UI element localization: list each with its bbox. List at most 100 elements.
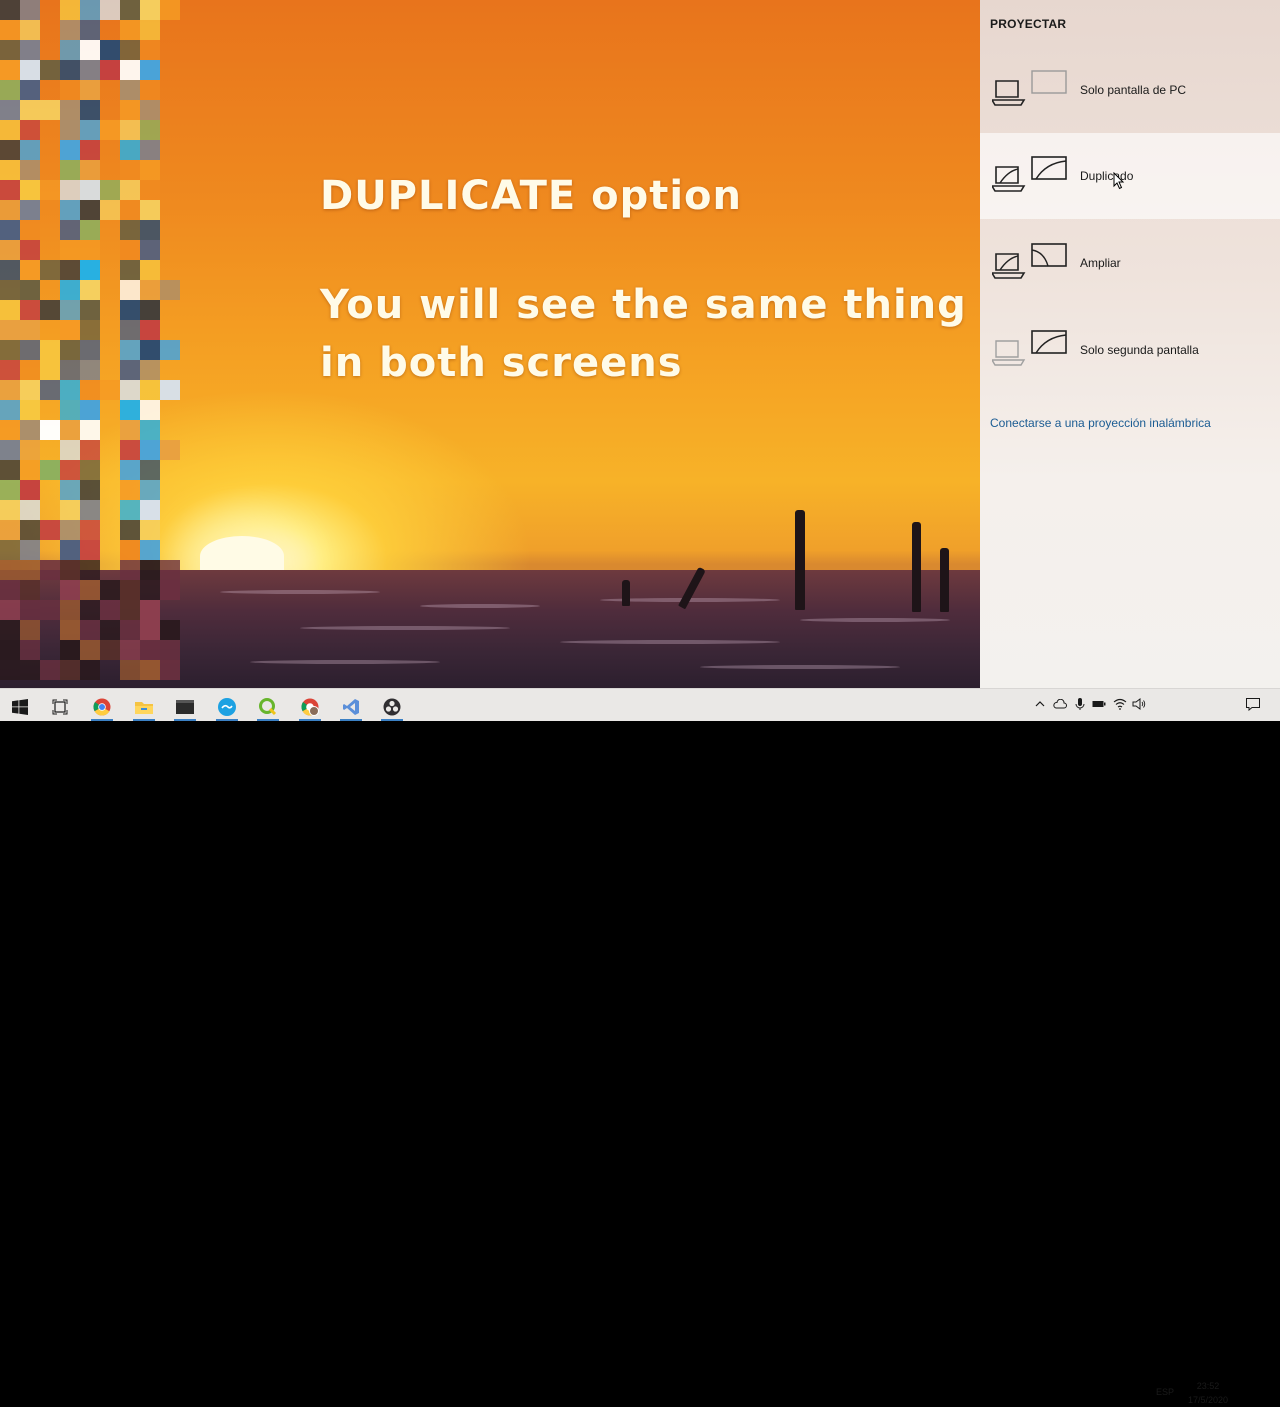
mosaic-tile	[140, 480, 160, 500]
mosaic-tile	[80, 300, 100, 320]
mosaic-tile	[20, 40, 40, 60]
mosaic-tile	[20, 60, 40, 80]
project-panel: PROYECTAR Solo pantalla de PC Duplicado	[980, 0, 1280, 688]
mosaic-tile	[120, 200, 140, 220]
mosaic-tile	[80, 380, 100, 400]
mosaic-tile	[80, 500, 100, 520]
mosaic-tile	[160, 440, 180, 460]
mosaic-tile	[160, 340, 180, 360]
extend-icon	[992, 243, 1067, 279]
mosaic-tile	[60, 80, 80, 100]
mosaic-tile	[0, 500, 20, 520]
mosaic-tile	[120, 500, 140, 520]
mosaic-tile	[20, 500, 40, 520]
mosaic-tile	[80, 140, 100, 160]
mosaic-tile	[120, 180, 140, 200]
mosaic-tile	[120, 520, 140, 540]
microphone-button[interactable]	[1072, 696, 1088, 712]
mosaic-tile	[140, 200, 160, 220]
task-view-icon	[52, 699, 68, 715]
show-hidden-icons-button[interactable]	[1032, 696, 1048, 712]
start-button[interactable]	[3, 693, 37, 721]
mosaic-tile	[100, 580, 120, 600]
mosaic-tile	[140, 620, 160, 640]
option-duplicate[interactable]: Duplicado	[980, 133, 1280, 219]
windows-start-icon	[12, 699, 28, 715]
mosaic-tile	[0, 400, 20, 420]
mosaic-tile	[80, 20, 100, 40]
clock[interactable]: 23:52 17/5/2020	[1180, 1379, 1236, 1407]
option-extend[interactable]: Ampliar	[980, 220, 1280, 306]
mosaic-tile	[60, 200, 80, 220]
mosaic-tile	[140, 360, 160, 380]
mosaic-tile	[140, 340, 160, 360]
mosaic-tile	[100, 180, 120, 200]
mosaic-tile	[140, 520, 160, 540]
battery-button[interactable]	[1091, 696, 1107, 712]
mouse-cursor-icon	[1113, 172, 1125, 190]
mosaic-tile	[80, 180, 100, 200]
mosaic-tile	[60, 500, 80, 520]
mosaic-tile	[60, 600, 80, 620]
mosaic-tile	[140, 560, 160, 580]
mosaic-tile	[20, 320, 40, 340]
taskbar-file-explorer[interactable]	[127, 693, 161, 721]
taskbar-visual-studio[interactable]	[334, 693, 368, 721]
mosaic-tile	[100, 60, 120, 80]
mosaic-tile	[140, 540, 160, 560]
mosaic-tile	[140, 580, 160, 600]
taskbar-chrome-profile[interactable]	[293, 693, 327, 721]
mosaic-tile	[40, 520, 60, 540]
mosaic-tile	[60, 440, 80, 460]
mosaic-tile	[80, 160, 100, 180]
mosaic-tile	[0, 20, 20, 40]
mosaic-tile	[0, 540, 20, 560]
taskbar-obs[interactable]	[375, 693, 409, 721]
mosaic-tile	[120, 440, 140, 460]
option-second-screen-only[interactable]: Solo segunda pantalla	[980, 307, 1280, 393]
mosaic-tile	[40, 340, 60, 360]
mosaic-tile	[140, 260, 160, 280]
wifi-button[interactable]	[1112, 696, 1128, 712]
taskbar-app-blue[interactable]	[210, 693, 244, 721]
task-view-button[interactable]	[43, 693, 77, 721]
mosaic-tile	[100, 200, 120, 220]
volume-button[interactable]	[1131, 696, 1147, 712]
mosaic-tile	[120, 480, 140, 500]
mosaic-tile	[140, 80, 160, 100]
taskbar-terminal[interactable]	[168, 693, 202, 721]
mosaic-tile	[40, 60, 60, 80]
mosaic-tile	[60, 340, 80, 360]
mosaic-tile	[80, 460, 100, 480]
mosaic-tile	[80, 60, 100, 80]
mosaic-tile	[60, 520, 80, 540]
mosaic-tile	[80, 660, 100, 680]
mosaic-tile	[0, 340, 20, 360]
option-pc-screen-only[interactable]: Solo pantalla de PC	[980, 47, 1280, 133]
mosaic-tile	[60, 540, 80, 560]
mosaic-tile	[140, 380, 160, 400]
mosaic-tile	[0, 600, 20, 620]
input-language-indicator[interactable]: ESP	[1156, 1387, 1174, 1397]
mosaic-tile	[60, 260, 80, 280]
mosaic-tile	[20, 80, 40, 100]
option-label: Ampliar	[1080, 256, 1121, 270]
taskbar-qgis[interactable]	[251, 693, 285, 721]
mosaic-tile	[0, 240, 20, 260]
option-label: Solo pantalla de PC	[1080, 83, 1187, 97]
mosaic-tile	[0, 100, 20, 120]
file-explorer-icon	[135, 702, 153, 714]
taskbar-chrome[interactable]	[85, 693, 119, 721]
pc-screen-only-icon	[992, 70, 1067, 106]
mosaic-tile	[120, 620, 140, 640]
option-label: Solo segunda pantalla	[1080, 343, 1199, 357]
action-center-button[interactable]	[1245, 696, 1261, 712]
onedrive-button[interactable]	[1052, 696, 1068, 712]
mosaic-tile	[120, 580, 140, 600]
visual-studio-icon	[343, 699, 359, 715]
mosaic-tile	[120, 80, 140, 100]
connect-wireless-display-link[interactable]: Conectarse a una proyección inalámbrica	[990, 416, 1211, 430]
option-label: Duplicado	[1080, 169, 1134, 183]
mosaic-tile	[60, 320, 80, 340]
mosaic-tile	[160, 280, 180, 300]
